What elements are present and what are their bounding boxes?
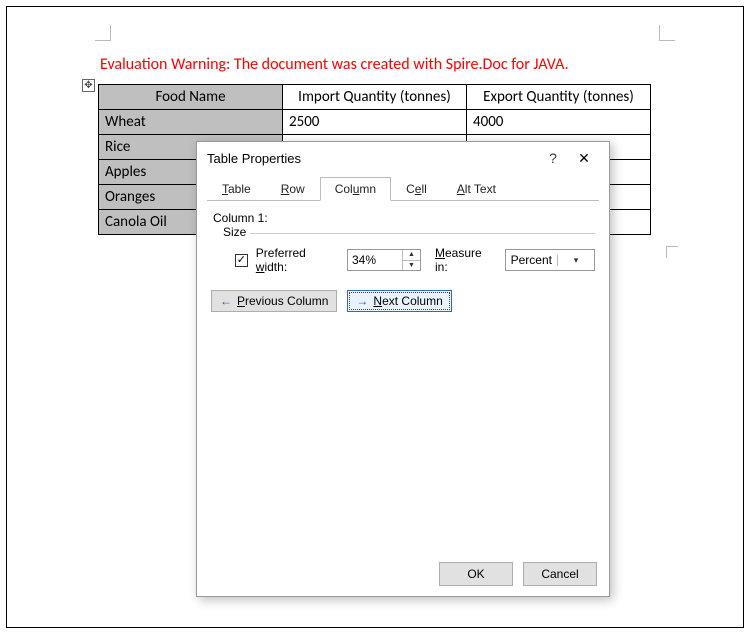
measure-in-value: Percent <box>506 253 557 267</box>
table-resize-handle-icon[interactable] <box>666 246 678 258</box>
column-pane: Column 1: Size Preferred width: ▲▼ Measu… <box>197 201 609 320</box>
crop-mark-top-right <box>659 25 675 41</box>
cell[interactable]: Wheat <box>99 110 283 135</box>
spin-up-icon[interactable]: ▲ <box>403 250 420 261</box>
tab-cell[interactable]: Cell <box>391 177 442 201</box>
tab-alt-text[interactable]: Alt Text <box>442 177 511 201</box>
arrow-left-icon: ← <box>220 294 232 308</box>
table-header-import[interactable]: Import Quantity (tonnes) <box>283 85 467 110</box>
size-fieldset: Size Preferred width: ▲▼ Measure in: Per… <box>223 233 595 276</box>
chevron-down-icon[interactable]: ▾ <box>557 255 594 266</box>
spin-buttons[interactable]: ▲▼ <box>402 250 420 270</box>
spin-down-icon[interactable]: ▼ <box>403 261 420 271</box>
tab-column[interactable]: Column <box>320 177 391 201</box>
table-move-handle-icon[interactable] <box>82 79 95 92</box>
table-properties-dialog: Table Properties ? ✕ TTableable Row Colu… <box>196 141 610 597</box>
size-legend: Size <box>223 225 250 239</box>
dialog-tabs: TTableable Row Column Cell Alt Text <box>207 176 599 200</box>
measure-in-select[interactable]: Percent ▾ <box>505 249 595 271</box>
dialog-footer: OK Cancel <box>439 562 597 586</box>
crop-mark-top-left <box>95 25 111 41</box>
tab-table[interactable]: TTableable <box>207 177 266 201</box>
column-heading: Column 1: <box>213 211 595 225</box>
table-row[interactable]: Wheat 2500 4000 <box>99 110 651 135</box>
preferred-width-input[interactable] <box>348 250 402 270</box>
close-button[interactable]: ✕ <box>567 150 601 167</box>
evaluation-warning: Evaluation Warning: The document was cre… <box>100 55 569 74</box>
tab-row[interactable]: Row <box>266 177 320 201</box>
previous-column-button[interactable]: ← Previous Column <box>211 290 337 312</box>
next-column-button[interactable]: → Next Column <box>347 290 451 312</box>
measure-in-label: Measure in: <box>435 246 497 274</box>
ok-button[interactable]: OK <box>439 562 513 586</box>
cancel-button[interactable]: Cancel <box>523 562 597 586</box>
help-button[interactable]: ? <box>539 150 567 166</box>
dialog-title: Table Properties <box>207 151 539 166</box>
table-header-food-name[interactable]: Food Name <box>99 85 283 110</box>
preferred-width-spinbox[interactable]: ▲▼ <box>347 249 421 271</box>
cell[interactable]: 4000 <box>467 110 651 135</box>
cell[interactable]: 2500 <box>283 110 467 135</box>
preferred-width-checkbox[interactable] <box>235 254 248 267</box>
table-header-export[interactable]: Export Quantity (tonnes) <box>467 85 651 110</box>
dialog-titlebar[interactable]: Table Properties ? ✕ <box>197 142 609 174</box>
preferred-width-label: Preferred width: <box>256 246 339 274</box>
arrow-right-icon: → <box>356 294 368 308</box>
